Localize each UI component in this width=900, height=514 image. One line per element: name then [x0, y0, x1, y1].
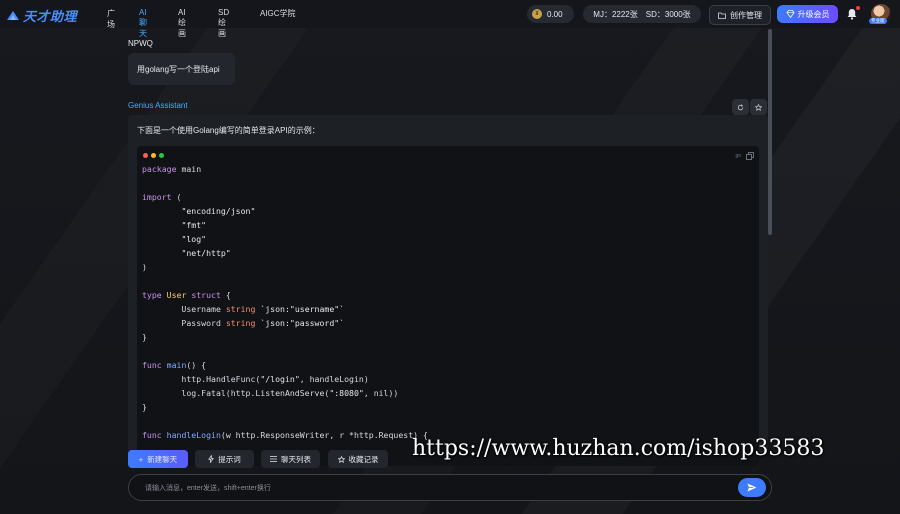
nav-item-ai-chat[interactable]: AI聊天 [139, 8, 147, 39]
upgrade-vip-label: 升级会员 [797, 9, 830, 19]
logo[interactable]: 天才助理 [6, 6, 77, 25]
new-chat-button[interactable]: + 新建聊天 [128, 450, 188, 468]
chat-list-label: 聊天列表 [281, 454, 311, 464]
chat-list-button[interactable]: 聊天列表 [261, 450, 320, 468]
dot-red [143, 153, 148, 158]
send-icon [747, 483, 757, 492]
balance-pill[interactable]: ¥ 0.00 [527, 5, 574, 23]
chat-scrollbar[interactable] [768, 29, 772, 235]
favorites-label: 收藏记录 [348, 454, 379, 464]
user-name: NPWQ [128, 39, 153, 48]
window-dots [143, 153, 164, 158]
code-block: go package main import ( "encoding/json"… [137, 146, 759, 466]
app-title: 天才助理 [23, 9, 78, 24]
code-content: package main import ( "encoding/json" "f… [142, 164, 428, 440]
nav-item-ai-painting[interactable]: AI绘画 [178, 8, 186, 39]
mj-quota: MJ：2222张 [593, 9, 638, 19]
nav-item-square[interactable]: 广场 [107, 8, 115, 30]
assistant-name: Genius Assistant [128, 101, 188, 110]
dot-yellow [151, 153, 156, 158]
watermark: https://www.huzhan.com/ishop33583 [412, 436, 825, 461]
user-message: 用golang写一个登陆api [128, 53, 235, 85]
notification-dot [856, 6, 860, 10]
assistant-intro: 下面是一个使用Golang编写的简单登录API的示例： [137, 126, 320, 135]
logo-icon [7, 10, 19, 20]
assistant-message: 下面是一个使用Golang编写的简单登录API的示例： go package m… [128, 115, 768, 466]
message-input-box [128, 474, 772, 501]
quota-pill: MJ：2222张 SD：3000张 [583, 5, 701, 23]
favorites-button[interactable]: 收藏记录 [328, 450, 388, 468]
avatar-badge: 专业版 [869, 18, 887, 24]
creation-manage-button[interactable]: 创作管理 [709, 5, 771, 25]
upgrade-vip-button[interactable]: 升级会员 [777, 5, 838, 23]
nav-item-aigc-academy[interactable]: AIGC学院 [260, 8, 296, 19]
send-button[interactable] [738, 478, 766, 497]
star-outline-icon [337, 455, 345, 463]
lightning-icon [208, 455, 215, 463]
top-bar: 天才助理 广场 AI聊天 AI绘画 SD绘画 AIGC学院 ¥ 0.00 MJ：… [0, 0, 900, 38]
code-language: go [735, 153, 741, 159]
prompts-button[interactable]: 提示词 [195, 450, 254, 468]
refresh-button[interactable] [732, 99, 749, 115]
prompts-label: 提示词 [218, 454, 241, 464]
star-icon [755, 103, 762, 111]
plus-icon: + [138, 454, 144, 464]
diamond-icon [786, 10, 794, 18]
new-chat-label: 新建聊天 [147, 454, 178, 464]
sd-quota: SD：3000张 [645, 9, 691, 19]
folder-icon [718, 12, 726, 19]
nav-item-sd-painting[interactable]: SD绘画 [218, 8, 229, 39]
balance-value: 0.00 [547, 9, 563, 19]
refresh-icon [737, 103, 744, 110]
coin-icon: ¥ [532, 9, 542, 19]
copy-icon[interactable] [746, 152, 754, 160]
creation-manage-label: 创作管理 [730, 10, 762, 20]
message-input[interactable] [143, 479, 727, 498]
favorite-button[interactable] [750, 99, 767, 115]
dot-green [159, 153, 164, 158]
chat-area: NPWQ 用golang写一个登陆api Genius Assistant 下面… [128, 28, 772, 466]
list-icon [270, 456, 277, 462]
